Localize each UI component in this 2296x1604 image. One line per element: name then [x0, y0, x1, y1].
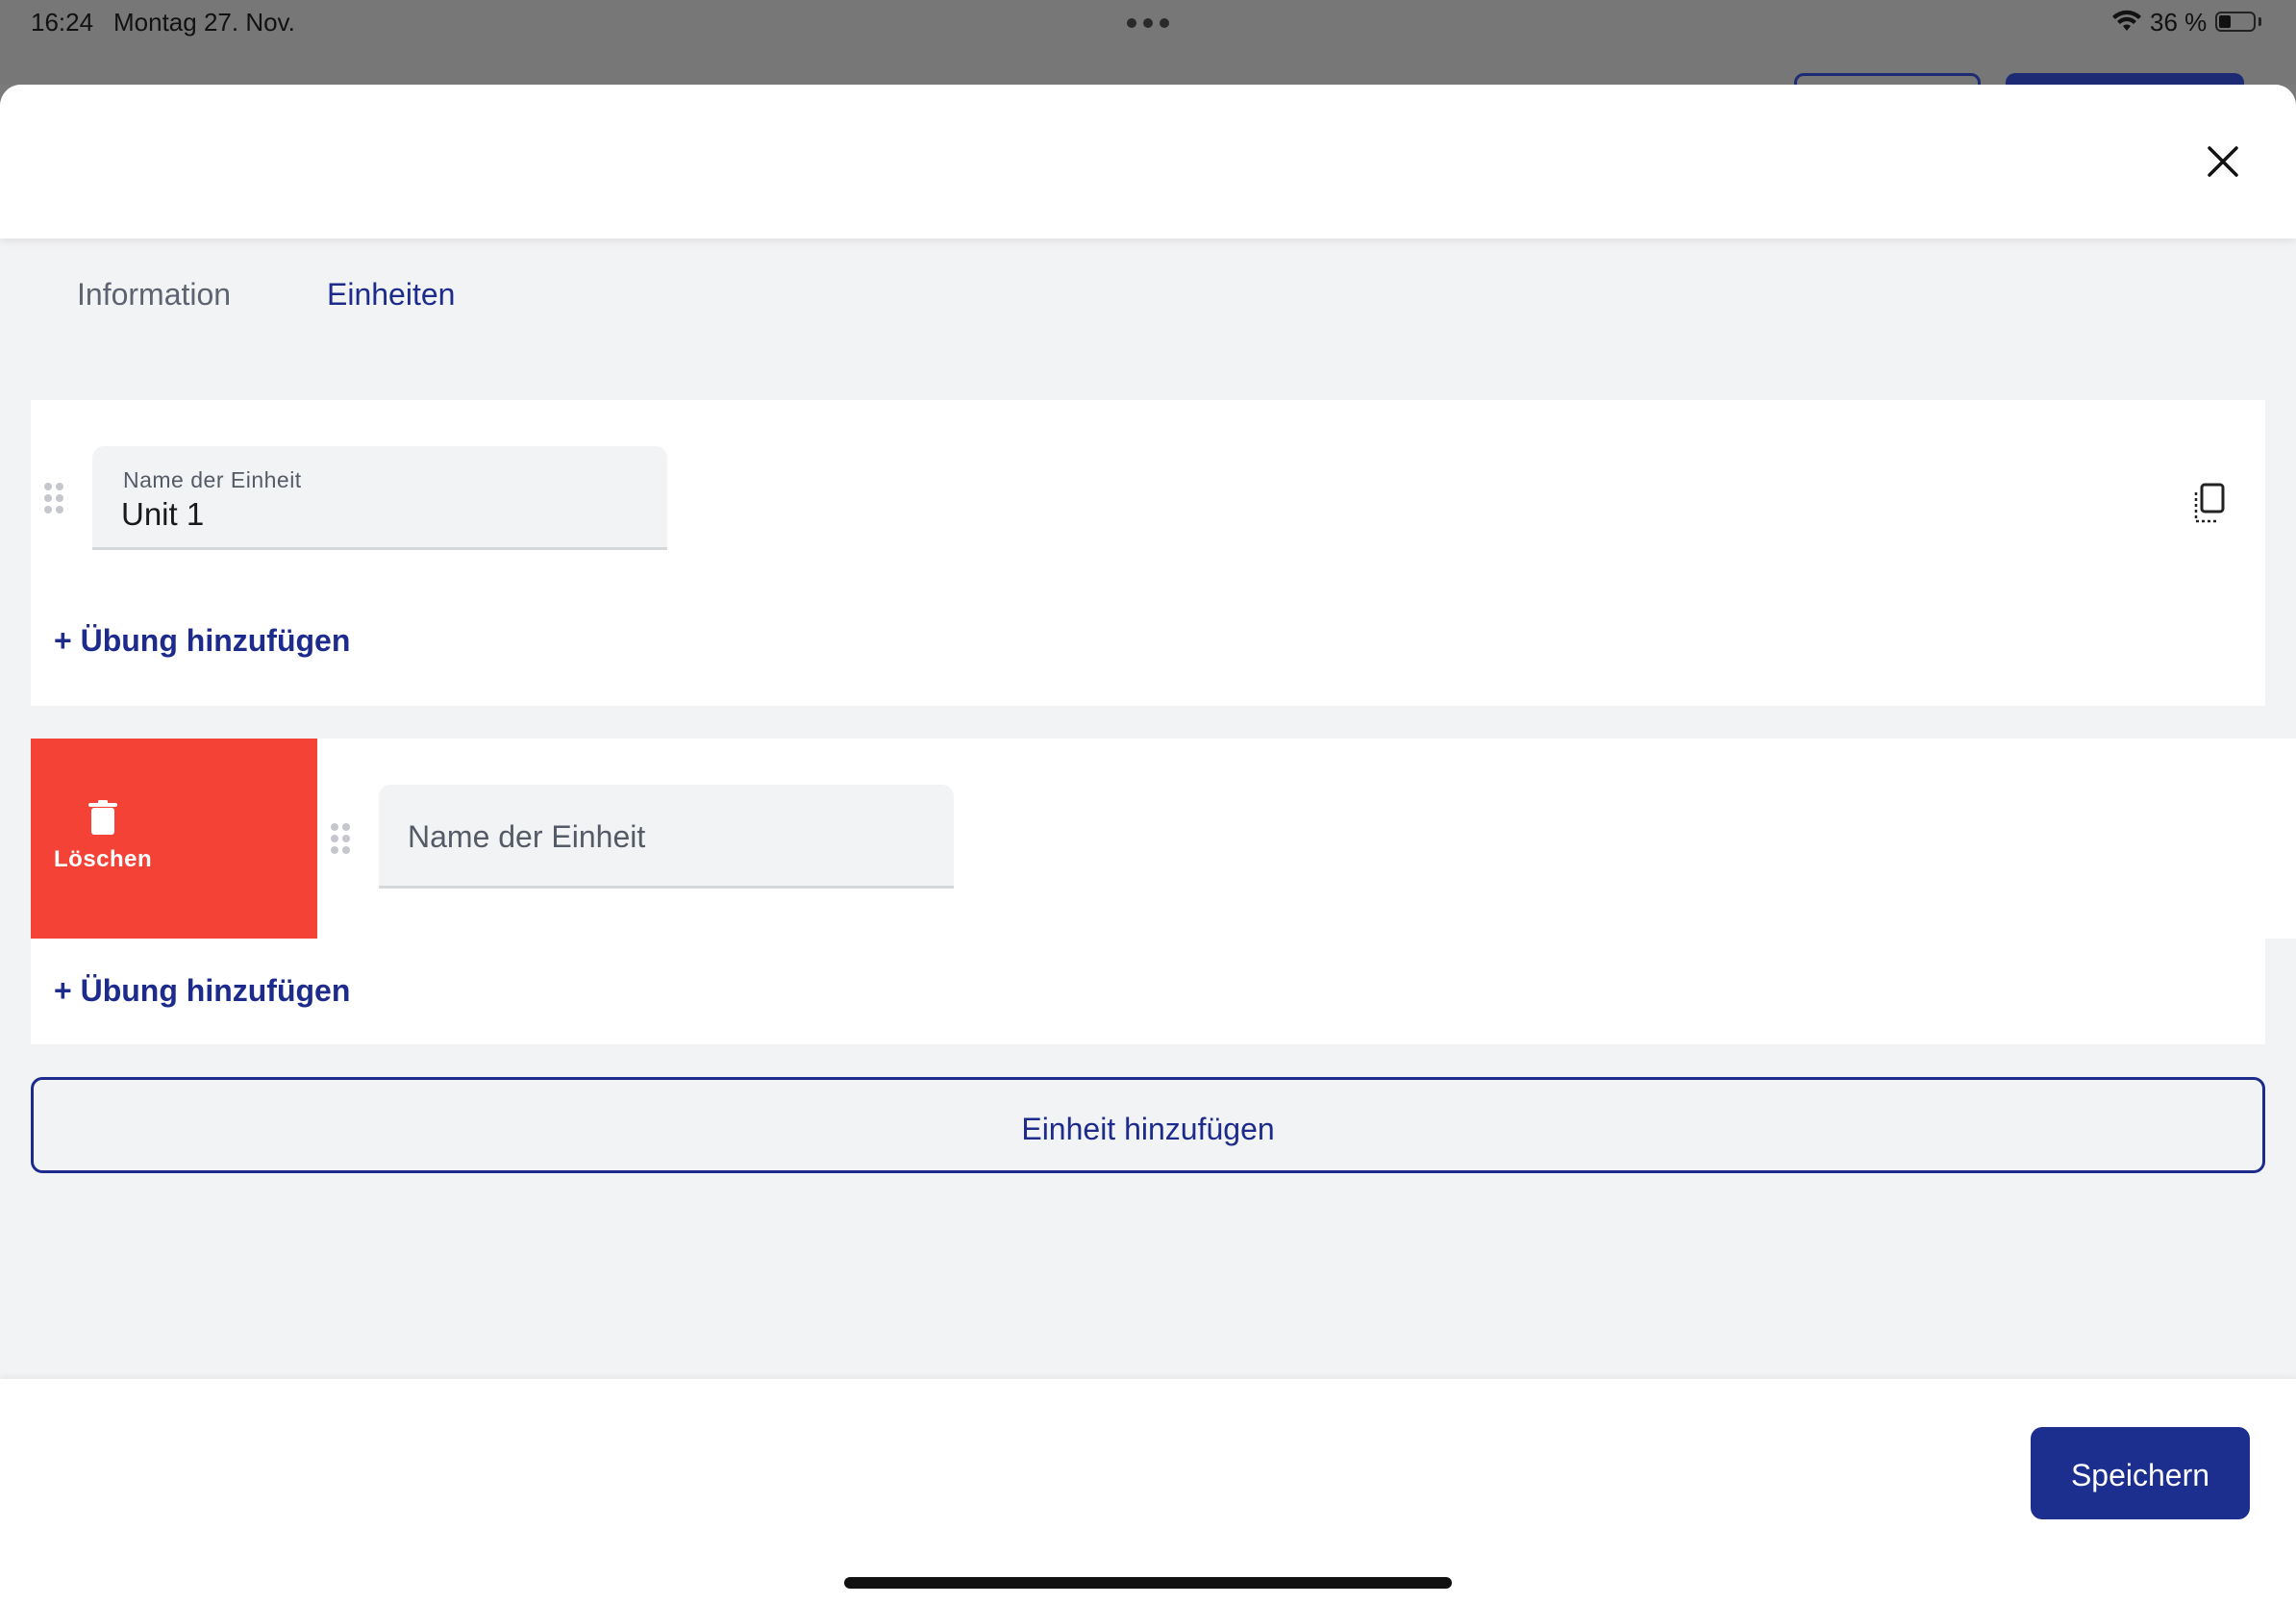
drag-handle-icon[interactable] — [44, 483, 63, 514]
status-date: Montag 27. Nov. — [113, 8, 295, 37]
save-button[interactable]: Speichern — [2031, 1427, 2250, 1519]
delete-button[interactable]: Löschen — [31, 739, 317, 939]
sheet-footer: Speichern — [0, 1379, 2296, 1604]
drag-handle-icon[interactable] — [331, 823, 350, 854]
tab-einheiten[interactable]: Einheiten — [327, 277, 455, 313]
home-indicator[interactable] — [844, 1577, 1452, 1589]
add-unit-label: Einheit hinzufügen — [1021, 1112, 1275, 1146]
unit-name-input[interactable] — [121, 496, 640, 533]
battery-percentage: 36 % — [2150, 8, 2208, 37]
tab-information[interactable]: Information — [77, 277, 231, 313]
save-label: Speichern — [2070, 1458, 2210, 1492]
unit-name-input[interactable] — [408, 819, 927, 855]
status-bar: 16:24 Montag 27. Nov. 36 % — [0, 0, 2296, 117]
unit-card-footer: + Übung hinzufügen — [31, 939, 2265, 1044]
add-exercise-link[interactable]: + Übung hinzufügen — [54, 623, 350, 659]
status-time: 16:24 — [31, 8, 94, 37]
sheet-header — [0, 85, 2296, 238]
add-exercise-link[interactable]: + Übung hinzufügen — [54, 973, 350, 1009]
multitasking-dots-icon[interactable] — [1127, 18, 1169, 28]
unit-name-field[interactable]: Name der Einheit — [92, 446, 667, 550]
unit-row-swiped: Löschen — [31, 739, 2296, 939]
wifi-icon — [2112, 10, 2141, 31]
delete-label: Löschen — [54, 846, 153, 872]
add-unit-button[interactable]: Einheit hinzufügen — [31, 1077, 2265, 1173]
unit-card: Name der Einheit + Übung hinzufügen — [31, 400, 2265, 706]
trash-icon — [88, 800, 117, 835]
modal-sheet: Information Einheiten Name der Einheit +… — [0, 85, 2296, 1604]
unit-name-field[interactable] — [379, 785, 954, 889]
close-icon[interactable] — [2204, 142, 2242, 181]
unit-card: Löschen + Übung hinzufügen — [31, 739, 2296, 1044]
battery-level — [2219, 15, 2231, 28]
copy-icon[interactable] — [2188, 483, 2227, 525]
battery-tip — [2259, 17, 2261, 26]
battery-icon — [2215, 12, 2256, 32]
unit-name-label: Name der Einheit — [123, 467, 302, 492]
tab-bar: Information Einheiten — [31, 238, 2265, 421]
